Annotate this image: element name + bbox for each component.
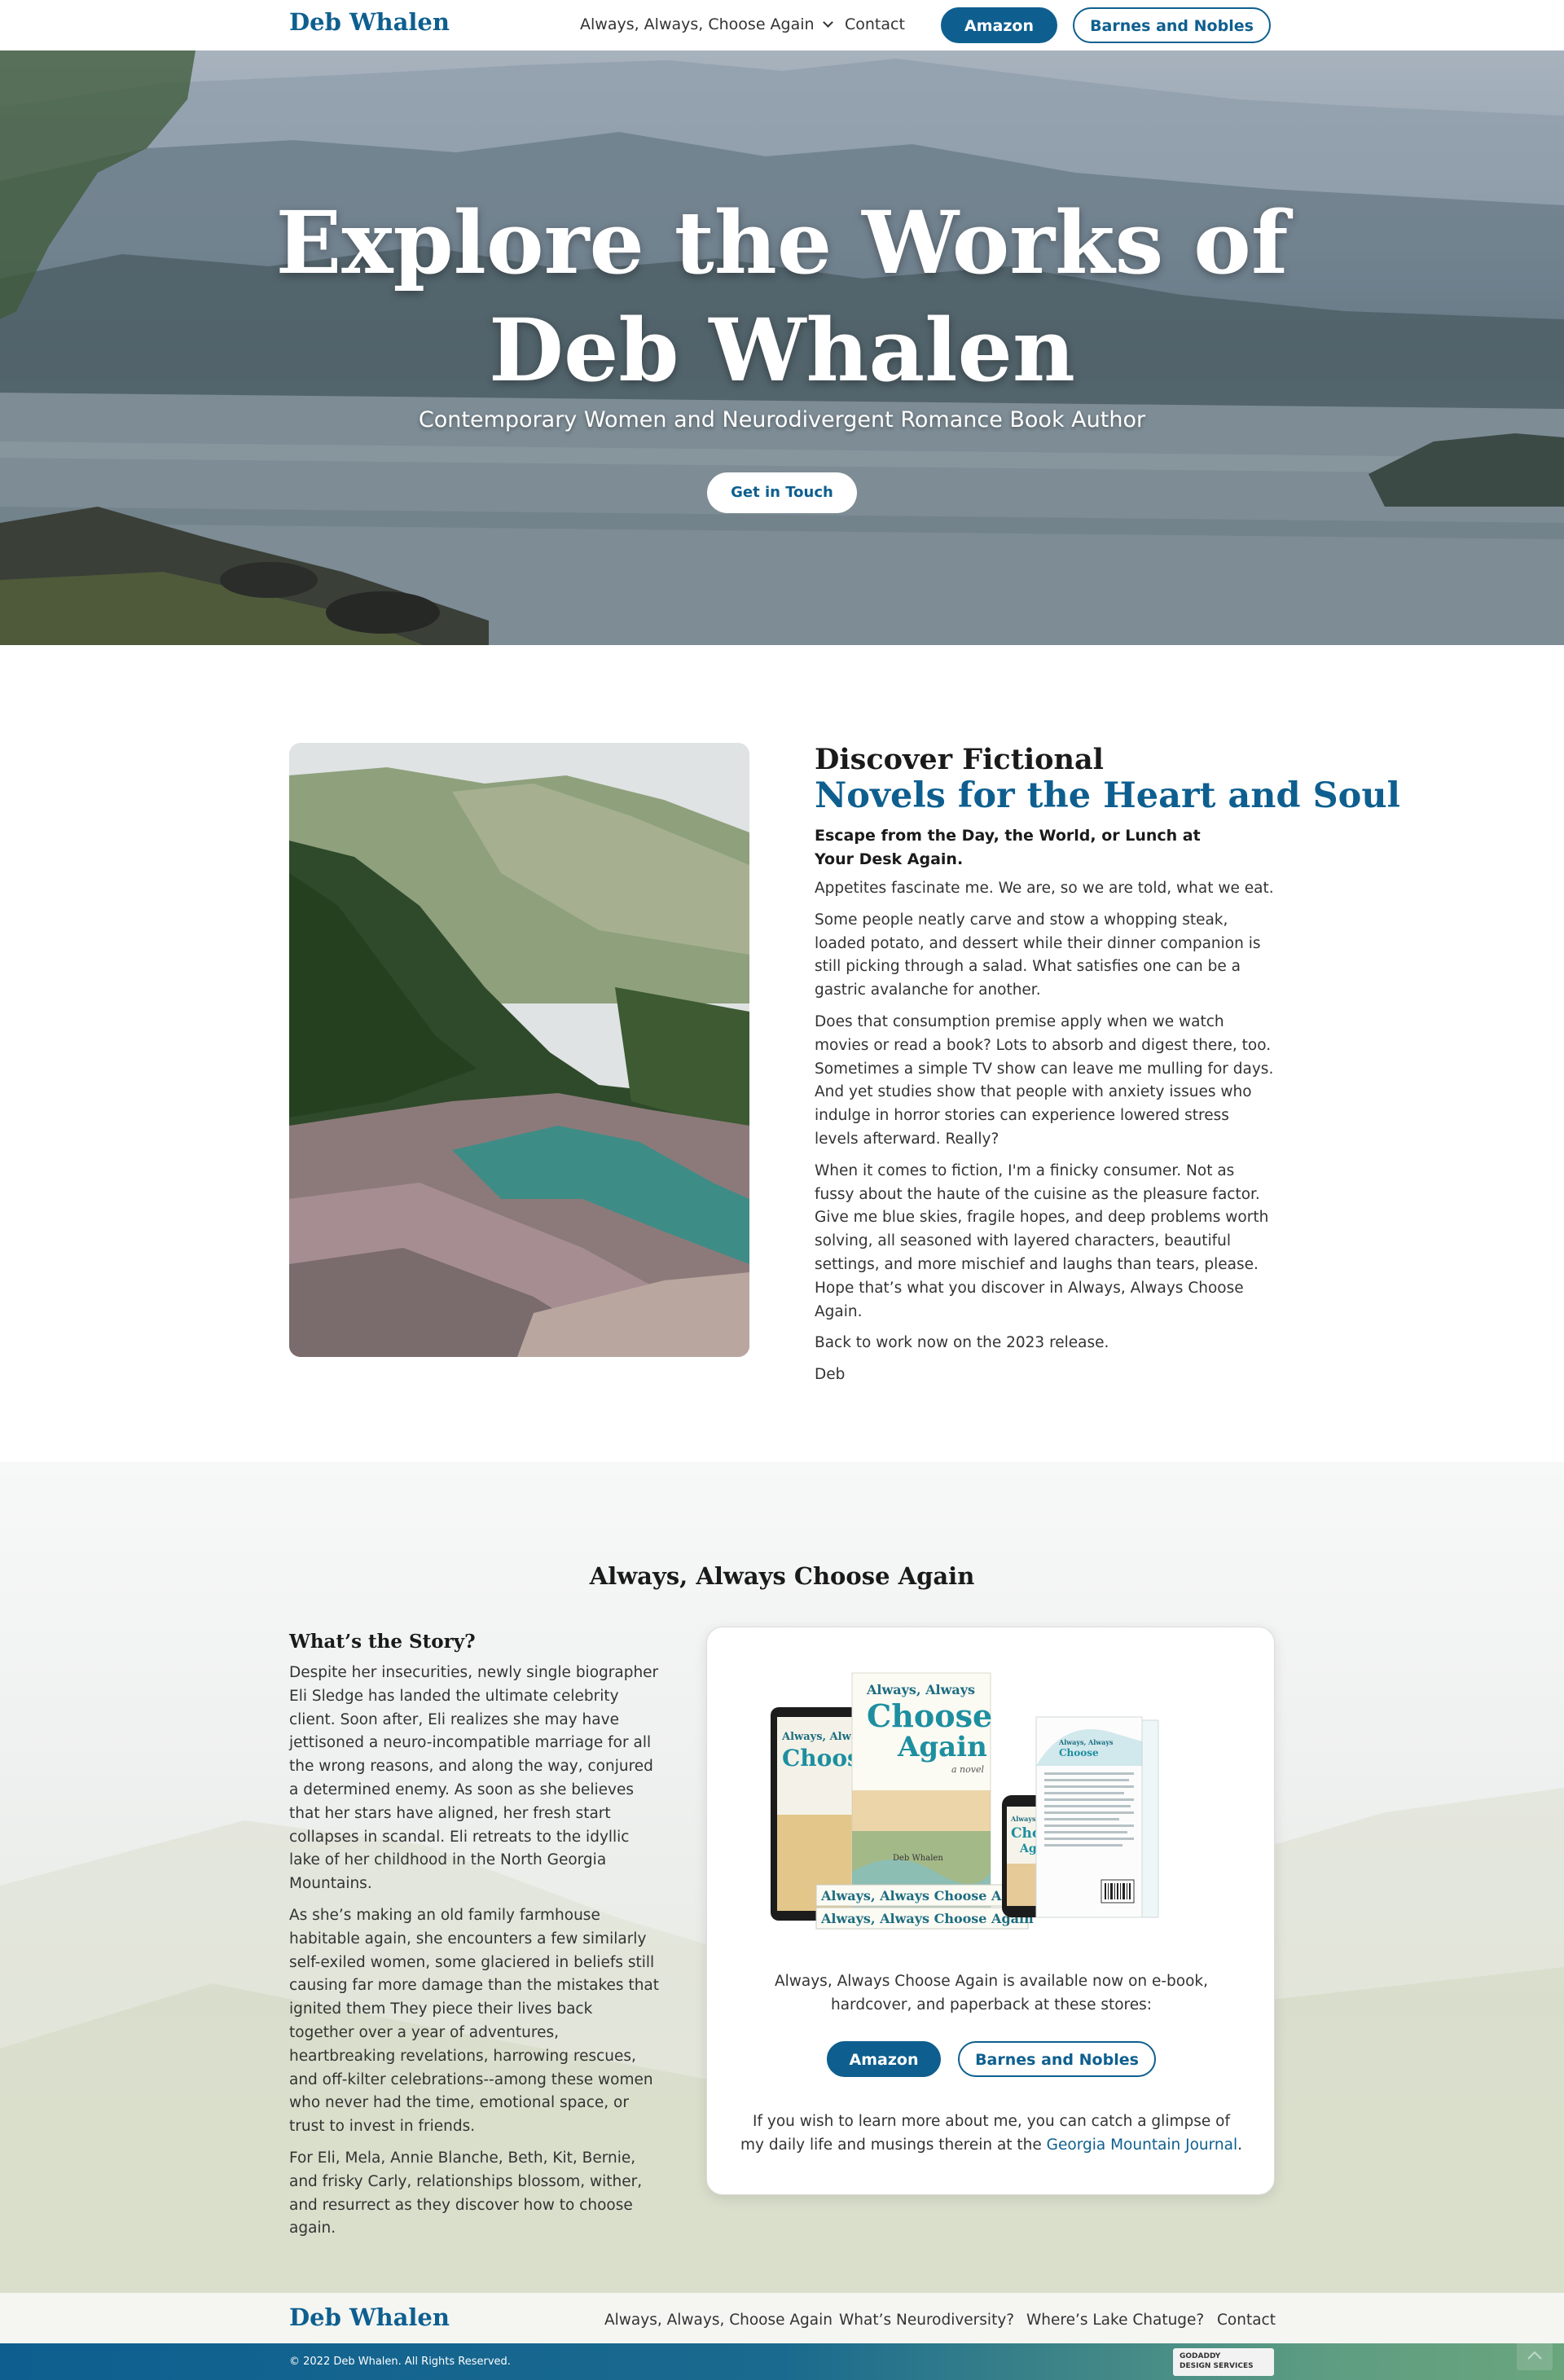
hero-title: Explore the Works of Deb Whalen xyxy=(0,189,1564,404)
cover-author: Deb Whalen xyxy=(893,1854,943,1863)
back-cover-a: Always, Always xyxy=(1058,1738,1114,1746)
spine-text-2: Always, Always Choose Again xyxy=(820,1911,1034,1926)
story-heading: What’s the Story? xyxy=(289,1631,476,1653)
chevron-down-icon xyxy=(822,17,833,28)
discover-signature: Deb xyxy=(815,1366,846,1384)
spine-text-1: Always, Always Choose Again xyxy=(820,1888,1034,1904)
story-paragraph: For Eli, Mela, Annie Blanche, Beth, Kit,… xyxy=(289,2149,643,2237)
copyright-bar: © 2022 Deb Whalen. All Rights Reserved. … xyxy=(0,2343,1564,2380)
footer-link-lake-chatuge[interactable]: Where’s Lake Chatuge? xyxy=(1026,2312,1204,2329)
footer-link-book[interactable]: Always, Always, Choose Again xyxy=(604,2312,833,2329)
learn-more-suffix: . xyxy=(1237,2136,1243,2154)
godaddy-badge[interactable]: GODADDY DESIGN SERVICES xyxy=(1173,2348,1274,2376)
discover-paragraph: When it comes to fiction, I'm a finicky … xyxy=(815,1161,1269,1320)
cover-title-a: Always, Always xyxy=(866,1682,975,1697)
card-barnes-button[interactable]: Barnes and Nobles xyxy=(958,2041,1156,2077)
cover-title-b: Choose xyxy=(867,1697,992,1734)
georgia-mountain-journal-link[interactable]: Georgia Mountain Journal xyxy=(1047,2136,1237,2154)
hero-title-line-2: Deb Whalen xyxy=(489,299,1075,401)
nav-contact-link[interactable]: Contact xyxy=(845,15,905,33)
get-in-touch-button[interactable]: Get in Touch xyxy=(707,472,857,513)
story-paragraph: As she’s making an old family farmhouse … xyxy=(289,1906,660,2136)
cover-title-c: Again xyxy=(897,1731,987,1763)
discover-paragraph: Some people neatly carve and stow a whop… xyxy=(815,911,1261,999)
availability-text: Always, Always Choose Again is available… xyxy=(774,1973,1209,2013)
hero-section: Explore the Works of Deb Whalen Contempor… xyxy=(0,50,1564,645)
hero-title-line-1: Explore the Works of xyxy=(275,191,1289,293)
discover-body: Appetites fascinate me. We are, so we ar… xyxy=(815,877,1275,1395)
footer-link-contact[interactable]: Contact xyxy=(1217,2312,1276,2329)
scroll-to-top-button[interactable] xyxy=(1517,2341,1553,2370)
hero-subtitle: Contemporary Women and Neurodivergent Ro… xyxy=(418,407,1146,433)
site-logo[interactable]: Deb Whalen xyxy=(289,8,450,36)
discover-heading: Discover Fictional xyxy=(815,743,1104,776)
top-nav: Deb Whalen Always, Always, Choose Again … xyxy=(0,0,1564,50)
cover-tag: a novel xyxy=(951,1764,984,1775)
footer-link-neurodiversity[interactable]: What’s Neurodiversity? xyxy=(839,2312,1014,2329)
discover-lead: Escape from the Day, the World, or Lunch… xyxy=(815,827,1201,868)
learn-more-text: If you wish to learn more about me, you … xyxy=(707,2110,1276,2157)
discover-paragraph: Appetites fascinate me. We are, so we ar… xyxy=(815,880,1274,897)
footer: Deb Whalen Always, Always, Choose Again … xyxy=(0,2293,1564,2343)
book-section-title: Always, Always Choose Again xyxy=(589,1562,975,1590)
discover-subheading: Novels for the Heart and Soul xyxy=(815,775,1400,816)
badge-line-1: GODADDY xyxy=(1180,2352,1221,2360)
book-mockup-image: Always, Always Choose Always, Always Cho… xyxy=(771,1672,1159,1930)
book-card: Always, Always Choose Always, Always Cho… xyxy=(706,1627,1275,2195)
nav-amazon-button[interactable]: Amazon xyxy=(941,7,1057,43)
discover-paragraph: Does that consumption premise apply when… xyxy=(815,1012,1274,1148)
nav-book-label: Always, Always, Choose Again xyxy=(580,15,815,33)
chevron-up-icon xyxy=(1527,2351,1542,2360)
badge-line-2: DESIGN SERVICES xyxy=(1180,2362,1254,2370)
copyright-text: © 2022 Deb Whalen. All Rights Reserved. xyxy=(289,2356,511,2368)
footer-logo[interactable]: Deb Whalen xyxy=(289,2303,450,2331)
story-body: Despite her insecurities, newly single b… xyxy=(289,1662,660,2249)
story-paragraph: Despite her insecurities, newly single b… xyxy=(289,1664,659,1893)
card-amazon-button[interactable]: Amazon xyxy=(827,2041,941,2077)
nav-barnes-button[interactable]: Barnes and Nobles xyxy=(1073,7,1271,43)
river-canyon-image xyxy=(289,743,749,1357)
nav-book-dropdown[interactable]: Always, Always, Choose Again xyxy=(580,15,833,33)
discover-paragraph: Back to work now on the 2023 release. xyxy=(815,1334,1109,1352)
back-cover-b: Choose xyxy=(1059,1747,1099,1759)
